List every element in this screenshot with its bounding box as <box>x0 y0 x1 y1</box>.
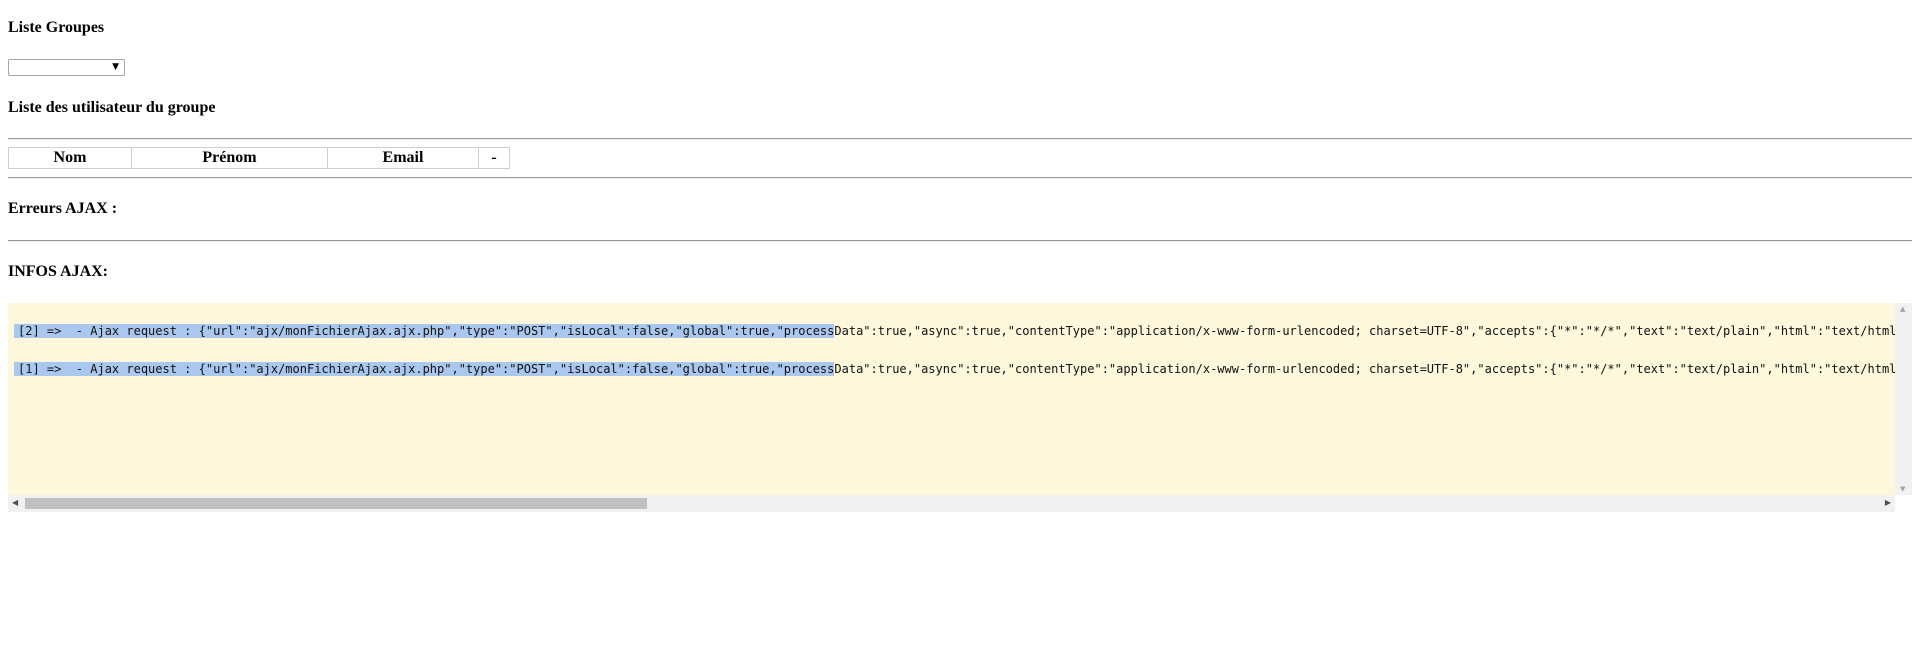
horizontal-scrollbar-thumb[interactable] <box>25 498 647 509</box>
column-header-email[interactable]: Email <box>328 148 479 168</box>
group-select[interactable]: ▼ <box>8 59 125 76</box>
horizontal-scrollbar[interactable]: ◀ ▶ <box>8 495 1895 512</box>
column-header-prenom[interactable]: Prénom <box>132 148 328 168</box>
divider <box>8 138 1912 140</box>
scroll-left-icon[interactable]: ◀ <box>12 498 18 507</box>
ajax-log-panel[interactable]: [2] => - Ajax request : {"url":"ajx/monF… <box>8 303 1895 495</box>
log-line: [2] => - Ajax request : {"url":"ajx/monF… <box>14 320 1895 342</box>
divider <box>8 177 1912 179</box>
log-line-text: Data":true,"async":true,"contentType":"a… <box>834 324 1895 338</box>
log-line: [1] => - Ajax request : {"url":"ajx/monF… <box>14 358 1895 380</box>
divider <box>8 240 1912 242</box>
users-title: Liste des utilisateur du groupe <box>8 99 216 116</box>
log-line-selected-text: [1] => - Ajax request : {"url":"ajx/monF… <box>14 362 835 376</box>
log-line-selected-text: [2] => - Ajax request : {"url":"ajx/monF… <box>14 324 835 338</box>
column-header-actions[interactable]: - <box>479 148 509 168</box>
log-line-text: Data":true,"async":true,"contentType":"a… <box>834 362 1895 376</box>
errors-title: Erreurs AJAX : <box>8 200 118 217</box>
groups-title: Liste Groupes <box>8 19 105 36</box>
chevron-down-icon: ▼ <box>112 62 119 72</box>
scroll-up-icon[interactable]: ▲ <box>1900 305 1905 313</box>
column-header-nom[interactable]: Nom <box>9 148 132 168</box>
users-table: Nom Prénom Email - <box>8 147 510 169</box>
table-header-row: Nom Prénom Email - <box>9 148 509 168</box>
scroll-down-icon[interactable]: ▼ <box>1900 485 1905 493</box>
scroll-right-icon[interactable]: ▶ <box>1885 498 1891 507</box>
vertical-scrollbar[interactable]: ▲ ▼ <box>1895 303 1912 495</box>
infos-title: INFOS AJAX: <box>8 263 109 280</box>
